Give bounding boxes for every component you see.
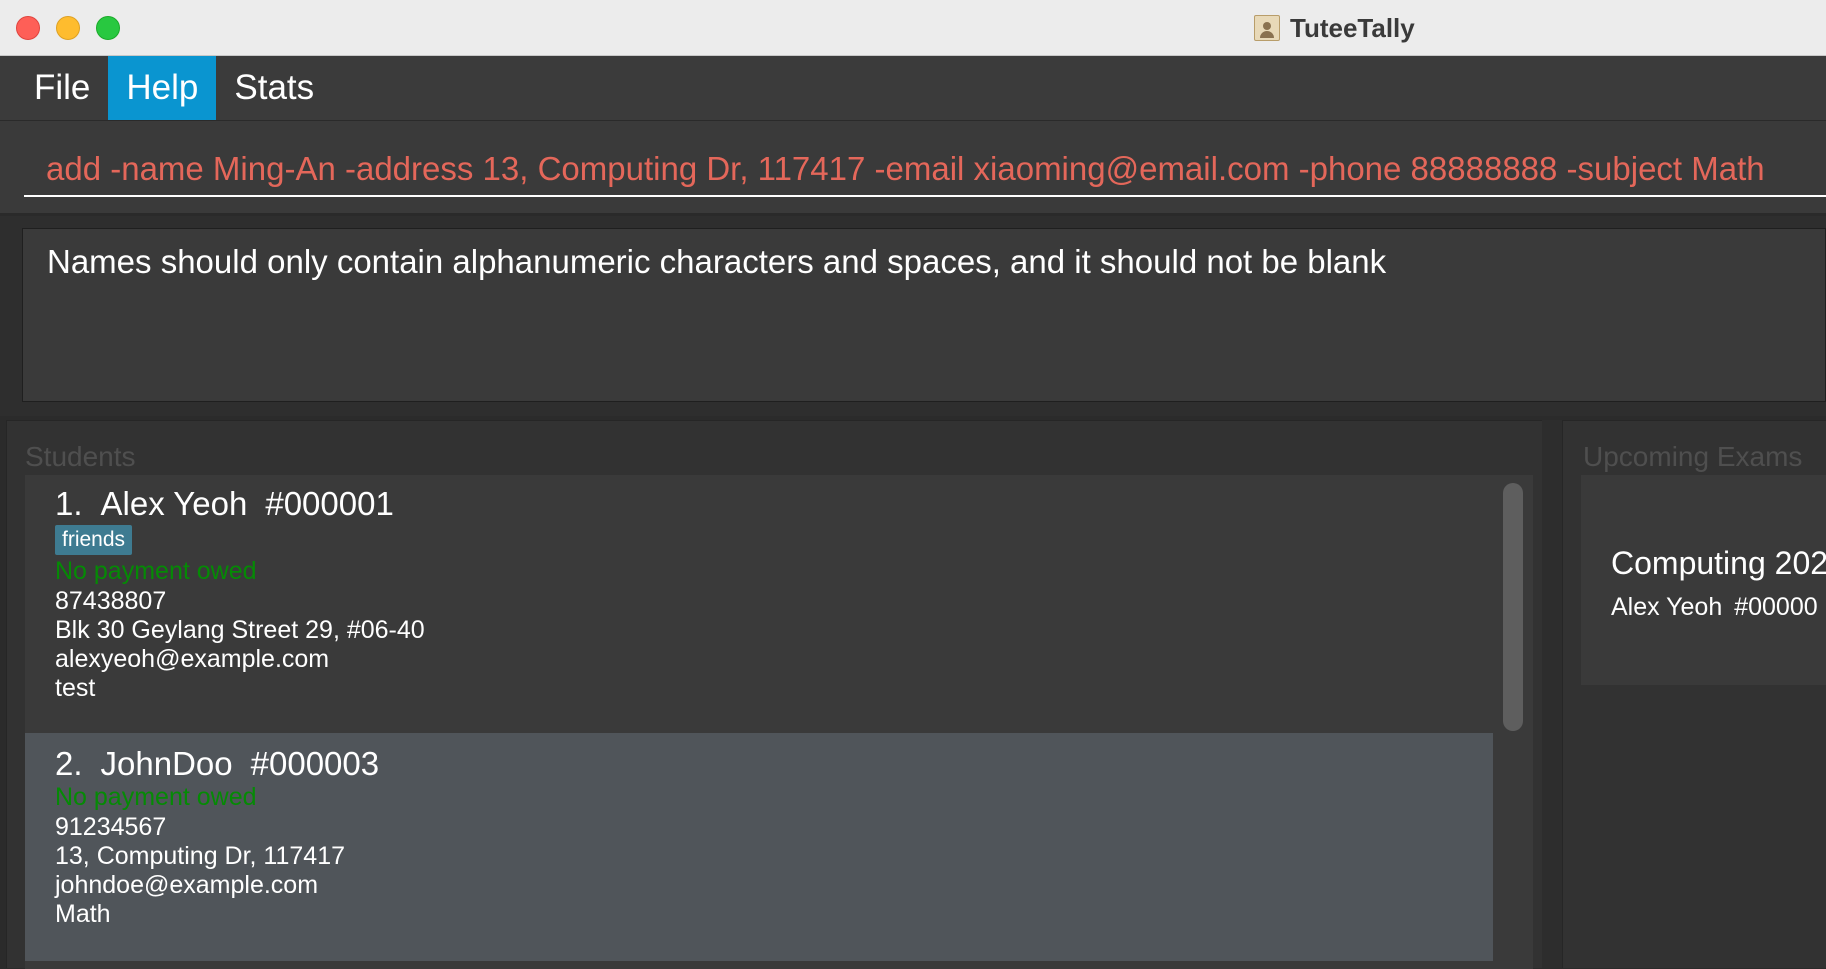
- student-address: Blk 30 Geylang Street 29, #06-40: [55, 616, 425, 644]
- exam-student: Alex Yeoh #00000: [1611, 593, 1818, 622]
- student-name: JohnDoo: [100, 745, 233, 782]
- exam-student-id: #00000: [1734, 593, 1818, 621]
- exam-title: Computing 202: [1611, 545, 1826, 581]
- student-email: alexyeoh@example.com: [55, 645, 330, 673]
- student-subject: test: [55, 674, 96, 702]
- result-message: Names should only contain alphanumeric c…: [47, 243, 1387, 280]
- window-title: TuteeTally: [1290, 12, 1415, 43]
- menu-stats[interactable]: Stats: [216, 56, 332, 120]
- window-title-group: TuteeTally: [1254, 12, 1415, 44]
- student-card-header: 1. Alex Yeoh #000001: [55, 485, 394, 523]
- student-list[interactable]: 1. Alex Yeoh #000001 friends No payment …: [25, 475, 1533, 969]
- result-display-panel: Names should only contain alphanumeric c…: [0, 216, 1826, 416]
- minimize-window-button[interactable]: [56, 16, 80, 40]
- contacts-icon: [1254, 15, 1280, 41]
- student-subject: Math: [55, 900, 111, 928]
- upcoming-exams-label: Upcoming Exams: [1583, 441, 1803, 472]
- student-id: #000001: [265, 485, 394, 522]
- close-window-button[interactable]: [16, 16, 40, 40]
- student-card-header: 2. JohnDoo #000003: [55, 745, 379, 783]
- command-box-panel: [0, 121, 1826, 216]
- student-index: 1.: [55, 485, 83, 522]
- menu-help[interactable]: Help: [108, 56, 217, 120]
- menu-bar: File Help Stats: [0, 56, 1826, 121]
- payment-status: No payment owed: [55, 783, 257, 811]
- student-card[interactable]: 1. Alex Yeoh #000001 friends No payment …: [25, 475, 1493, 733]
- students-label: Students: [25, 441, 136, 472]
- command-input[interactable]: [24, 143, 1826, 197]
- students-panel: Students 1. Alex Yeoh #000001 friends No…: [6, 420, 1542, 969]
- scrollbar-thumb[interactable]: [1503, 483, 1523, 731]
- window-title-bar: TuteeTally: [0, 0, 1826, 56]
- upcoming-exams-panel: Upcoming Exams Computing 202 Alex Yeoh #…: [1562, 420, 1826, 968]
- maximize-window-button[interactable]: [96, 16, 120, 40]
- student-id: #000003: [250, 745, 380, 782]
- student-tag: friends: [55, 525, 133, 555]
- student-name: Alex Yeoh: [100, 485, 248, 522]
- student-phone: 91234567: [55, 813, 167, 841]
- payment-status: No payment owed: [55, 557, 257, 585]
- panel-splitter[interactable]: [1542, 420, 1562, 968]
- student-index: 2.: [55, 745, 83, 782]
- result-display[interactable]: Names should only contain alphanumeric c…: [22, 228, 1826, 402]
- student-phone: 87438807: [55, 587, 167, 615]
- exam-card[interactable]: Computing 202 Alex Yeoh #00000: [1581, 475, 1826, 685]
- menu-file[interactable]: File: [16, 56, 108, 120]
- student-card[interactable]: 2. JohnDoo #000003 No payment owed 91234…: [25, 733, 1493, 961]
- student-email: johndoe@example.com: [55, 871, 319, 899]
- student-address: 13, Computing Dr, 117417: [55, 842, 346, 870]
- exam-student-name: Alex Yeoh: [1611, 593, 1723, 621]
